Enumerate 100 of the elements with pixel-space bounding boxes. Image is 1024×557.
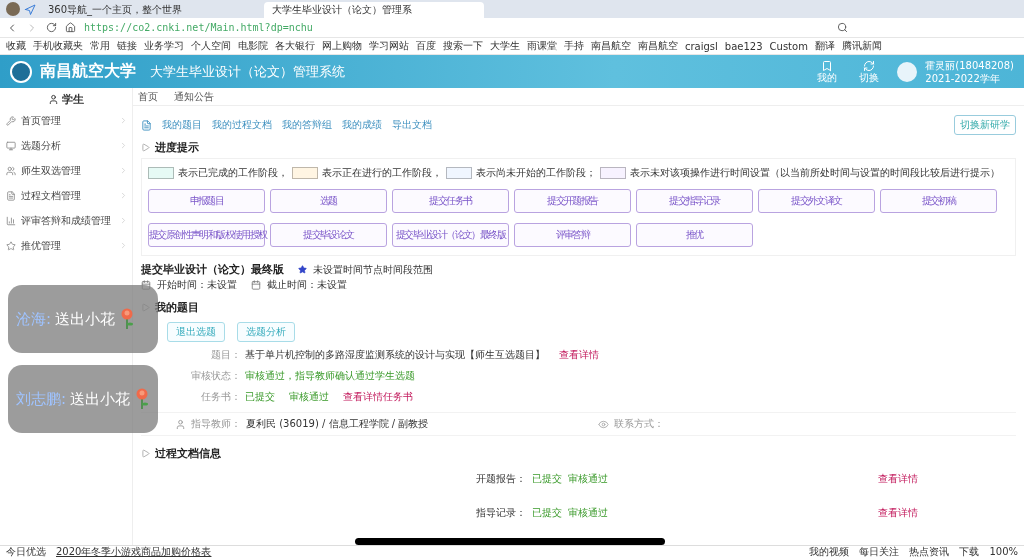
bookmark-item[interactable]: 各大银行: [275, 39, 315, 53]
status-item[interactable]: 每日关注: [859, 545, 900, 557]
bookmark-item[interactable]: 学习网站: [369, 39, 409, 53]
bookmark-item[interactable]: 常用: [90, 39, 110, 53]
nav-link[interactable]: 我的成绩: [342, 118, 382, 132]
step-button[interactable]: 提交毕设论文: [270, 223, 387, 247]
section-title: 进度提示: [155, 139, 199, 155]
refresh-icon: [863, 60, 876, 72]
details-link[interactable]: 查看详情任务书: [343, 390, 413, 404]
bookmark-item[interactable]: 南昌航空: [638, 39, 678, 53]
bookmark-item[interactable]: 网上购物: [322, 39, 362, 53]
step-button[interactable]: 推优: [636, 223, 753, 247]
details-link[interactable]: 查看详情: [559, 348, 599, 362]
profile-avatar[interactable]: [6, 2, 20, 16]
sidebar-item[interactable]: 过程文档管理: [0, 183, 132, 208]
bookmark-item[interactable]: Custom: [769, 40, 808, 52]
nav-link[interactable]: 我的过程文档: [212, 118, 272, 132]
action-label: 我的: [817, 72, 838, 83]
triangle-icon: [141, 142, 150, 152]
review-status: 审核通过: [568, 506, 609, 520]
reload-icon[interactable]: [46, 22, 57, 33]
submit-status: 已提交: [531, 472, 563, 486]
chat-user: 沧海:: [16, 309, 52, 329]
bookmark-item[interactable]: 链接: [117, 39, 137, 53]
field-label: 题目：: [211, 348, 241, 362]
menu-label: 推优管理: [21, 238, 61, 253]
bookmark-item[interactable]: 收藏: [6, 39, 26, 53]
section-title: 我的题目: [155, 299, 199, 315]
search-icon[interactable]: [837, 22, 848, 33]
breadcrumb-link[interactable]: 首页: [138, 89, 158, 104]
sidebar-item[interactable]: 推优管理: [0, 233, 132, 258]
field-label: 任务书：: [201, 390, 241, 404]
menu-label: 首页管理: [21, 113, 61, 128]
menu-label: 师生双选管理: [21, 163, 81, 178]
step-button[interactable]: 提交毕业设计（论文）最终版: [392, 223, 509, 247]
chat-message: 送出小花: [55, 309, 116, 329]
bookmark-item[interactable]: 电影院: [238, 39, 268, 53]
home-icon[interactable]: [65, 22, 76, 33]
step-button[interactable]: 申报题目: [148, 189, 265, 213]
star-icon: [298, 265, 307, 274]
university-logo: [10, 60, 32, 83]
bookmark-item[interactable]: 手持: [564, 39, 584, 53]
sidebar-item[interactable]: 评审答辩和成绩管理: [0, 208, 132, 233]
star-icon: [6, 240, 16, 251]
bookmark-item[interactable]: 百度: [416, 39, 436, 53]
bookmark-item[interactable]: 个人空间: [191, 39, 231, 53]
bookmark-item[interactable]: bae123: [724, 40, 763, 52]
menu-label: 评审答辩和成绩管理: [21, 213, 111, 228]
menu-label: 过程文档管理: [21, 188, 81, 203]
eye-icon: [598, 418, 610, 430]
step-button[interactable]: 评审答辩: [514, 223, 631, 247]
step-button[interactable]: 提交初稿: [880, 189, 997, 213]
calendar-icon: [251, 280, 261, 290]
bookmark-item[interactable]: 雨课堂: [527, 39, 557, 53]
step-button[interactable]: 选题: [270, 189, 387, 213]
end-time: 截止时间：未设置: [267, 278, 347, 292]
user-info: 霍灵丽(18048208) 2021-2022学年: [925, 58, 1014, 85]
breadcrumb-link[interactable]: 通知公告: [174, 89, 214, 104]
nav-link[interactable]: 我的题目: [162, 118, 202, 132]
step-button[interactable]: 提交外文译文: [758, 189, 875, 213]
sidebar-title: 学生: [62, 91, 84, 107]
status-item[interactable]: 热点资讯: [909, 545, 950, 557]
nav-link[interactable]: 我的答辩组: [282, 118, 332, 132]
details-link[interactable]: 查看详情: [878, 506, 1016, 520]
chevron-right-icon: [119, 216, 128, 225]
step-button[interactable]: 提交任务书: [392, 189, 509, 213]
status-item[interactable]: 我的视频: [809, 545, 850, 557]
sidebar-item[interactable]: 选题分析: [0, 133, 132, 158]
status-item[interactable]: 100%: [989, 545, 1018, 557]
bookmark-item[interactable]: 业务学习: [144, 39, 184, 53]
bookmark-item[interactable]: craigsl: [685, 40, 718, 52]
browser-tab[interactable]: 360导航_一个主页，整个世界: [40, 2, 260, 18]
bookmark-item[interactable]: 手机收藏夹: [33, 39, 83, 53]
flower-icon: [119, 308, 136, 330]
users-icon: [6, 165, 16, 176]
status-link[interactable]: 2020年冬季小游戏商品加购价格表: [56, 545, 212, 557]
stage-note: 未设置时间节点时间段范围: [313, 262, 433, 277]
details-link[interactable]: 查看详情: [878, 472, 1016, 486]
document-label: 指导记录：: [475, 506, 526, 520]
nav-link[interactable]: 导出文档: [392, 118, 432, 132]
navigation-icon[interactable]: [24, 4, 36, 16]
status-link[interactable]: 今日优选: [6, 545, 46, 557]
bookmark-item[interactable]: 搜索一下: [443, 39, 483, 53]
step-button[interactable]: 提交指导记录: [636, 189, 753, 213]
contact-label: 联系方式：: [614, 417, 665, 431]
document-icon: [141, 119, 152, 131]
bookmark-item[interactable]: 大学生: [490, 39, 520, 53]
bookmark-item[interactable]: 南昌航空: [591, 39, 631, 53]
step-button[interactable]: 提交开题报告: [514, 189, 631, 213]
bookmark-item[interactable]: 腾讯新闻: [841, 39, 882, 53]
start-time: 开始时间：未设置: [157, 278, 237, 292]
sidebar-item[interactable]: 师生双选管理: [0, 158, 132, 183]
sidebar-item[interactable]: 首页管理: [0, 108, 132, 133]
stage-title: 提交毕业设计（论文）最终版: [141, 262, 284, 277]
browser-tab[interactable]: 大学生毕业设计（论文）管理系: [264, 2, 484, 18]
user-avatar: [897, 61, 918, 82]
bookmark-item[interactable]: 翻译: [814, 39, 835, 53]
chevron-right-icon: [119, 241, 128, 250]
legend-text: 表示未对该项操作进行时间设置（以当前所处时间与设置的时间段比较后进行提示）: [630, 166, 1000, 180]
status-item[interactable]: 下载: [959, 545, 980, 557]
